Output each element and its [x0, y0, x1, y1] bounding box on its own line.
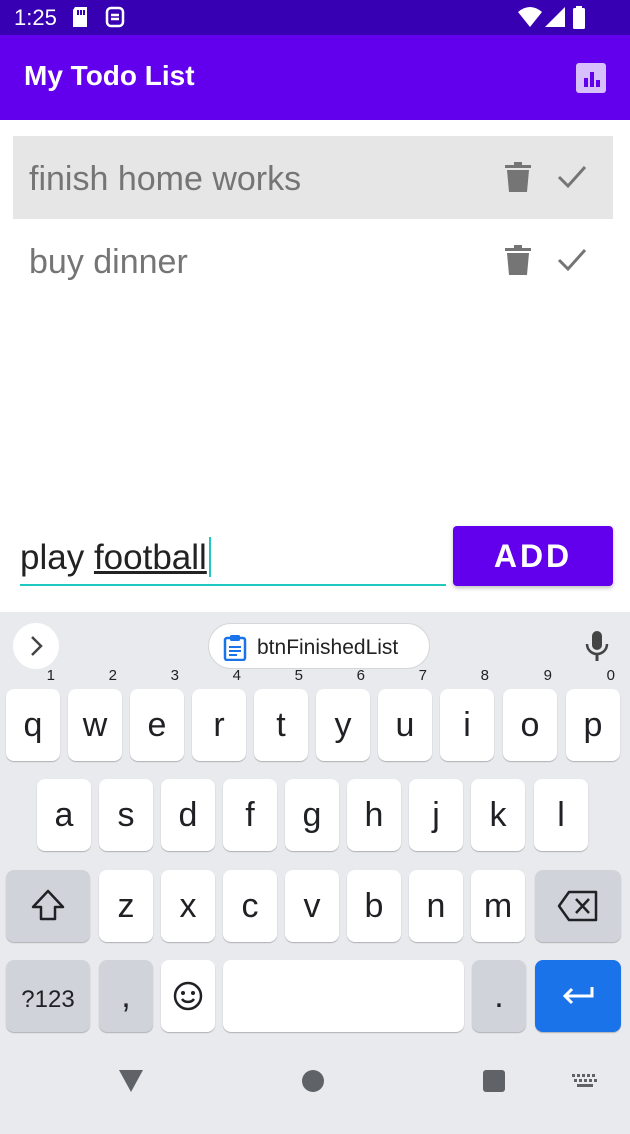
period-key[interactable]: . — [472, 960, 526, 1032]
key-g[interactable]: g — [285, 779, 339, 851]
backspace-icon — [557, 890, 598, 922]
app-title: My Todo List — [24, 60, 195, 91]
key-r[interactable]: r4 — [192, 667, 246, 761]
status-bar: 1:25 — [0, 0, 630, 35]
key-o[interactable]: o9 — [503, 667, 557, 761]
data-saver-icon — [105, 6, 125, 28]
key-j[interactable]: j — [409, 779, 463, 851]
todo-text: finish home works — [29, 160, 302, 198]
check-icon[interactable] — [557, 247, 587, 273]
nav-recents-icon[interactable] — [483, 1070, 505, 1092]
key-l[interactable]: l — [534, 779, 588, 851]
clipboard-suggestion-chip[interactable]: btnFinishedList — [208, 623, 430, 669]
key-x[interactable]: x — [161, 870, 215, 942]
key-e[interactable]: e3 — [130, 667, 184, 761]
key-w[interactable]: w2 — [68, 667, 122, 761]
key-h[interactable]: h — [347, 779, 401, 851]
symbols-key[interactable]: ?123 — [6, 960, 90, 1032]
battery-icon — [573, 6, 585, 29]
backspace-key[interactable] — [535, 870, 621, 942]
status-time: 1:25 — [14, 5, 57, 30]
key-n[interactable]: n — [409, 870, 463, 942]
keyboard-expand-button[interactable] — [13, 623, 59, 669]
key-v[interactable]: v — [285, 870, 339, 942]
trash-icon[interactable] — [505, 162, 531, 192]
chevron-right-icon — [31, 636, 43, 656]
key-t[interactable]: t5 — [254, 667, 308, 761]
key-d[interactable]: d — [161, 779, 215, 851]
app-bar: My Todo List — [0, 35, 630, 120]
key-c[interactable]: c — [223, 870, 277, 942]
space-key[interactable] — [223, 960, 464, 1032]
clipboard-icon — [223, 635, 247, 661]
key-s[interactable]: s — [99, 779, 153, 851]
key-f[interactable]: f — [223, 779, 277, 851]
nav-back-icon[interactable] — [118, 1069, 144, 1093]
add-button[interactable]: ADD — [453, 526, 613, 586]
key-u[interactable]: u7 — [378, 667, 432, 761]
bar-chart-icon[interactable] — [574, 61, 608, 95]
keyboard-switch-icon[interactable] — [572, 1074, 598, 1088]
trash-icon[interactable] — [505, 245, 531, 275]
microphone-icon[interactable] — [584, 630, 610, 662]
key-z[interactable]: z — [99, 870, 153, 942]
keyboard: btnFinishedList q1 w2 e3 r4 t5 y6 u7 i8 … — [0, 612, 630, 1134]
shift-icon — [31, 889, 65, 921]
key-p[interactable]: p0 — [566, 667, 620, 761]
wifi-icon — [518, 7, 542, 27]
emoji-key[interactable] — [161, 960, 215, 1032]
todo-list: finish home works buy dinner — [13, 136, 613, 302]
nav-home-icon[interactable] — [302, 1070, 324, 1092]
key-a[interactable]: a — [37, 779, 91, 851]
key-q[interactable]: q1 — [6, 667, 60, 761]
todo-input[interactable] — [20, 530, 446, 586]
suggestion-text: btnFinishedList — [257, 636, 399, 659]
shift-key[interactable] — [6, 870, 90, 942]
check-icon[interactable] — [557, 164, 587, 190]
key-i[interactable]: i8 — [440, 667, 494, 761]
enter-key[interactable] — [535, 960, 621, 1032]
key-m[interactable]: m — [471, 870, 525, 942]
cell-signal-icon — [545, 7, 565, 27]
todo-text: buy dinner — [29, 243, 188, 281]
emoji-icon — [173, 981, 203, 1011]
todo-item[interactable]: finish home works — [13, 136, 613, 219]
comma-key[interactable]: , — [99, 960, 153, 1032]
sd-card-icon — [73, 7, 87, 27]
key-b[interactable]: b — [347, 870, 401, 942]
key-y[interactable]: y6 — [316, 667, 370, 761]
enter-arrow-icon — [562, 987, 594, 1005]
todo-item[interactable]: buy dinner — [13, 219, 613, 302]
key-k[interactable]: k — [471, 779, 525, 851]
